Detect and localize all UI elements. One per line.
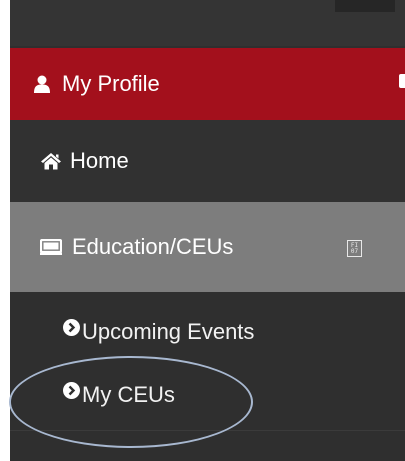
sidebar-item-label: Home <box>70 148 129 173</box>
top-notch <box>335 0 395 12</box>
sidebar-item-label: My Profile <box>62 71 160 96</box>
monitor-icon <box>40 239 62 255</box>
sidebar-item-label: Education/CEUs <box>72 234 234 259</box>
badge-line: 07 <box>350 247 359 255</box>
chevron-circle-right-icon <box>63 318 80 336</box>
sidebar-top-strip <box>10 0 405 46</box>
collapse-badge-icon[interactable]: FI 07 <box>347 240 362 257</box>
submenu-item-upcoming-events[interactable]: Upcoming Events <box>10 303 405 361</box>
sidebar-item-my-profile[interactable]: My Profile <box>10 48 405 120</box>
chevron-circle-right-icon <box>63 381 80 399</box>
divider <box>10 430 405 431</box>
home-icon <box>40 152 62 170</box>
submenu-item-label: My CEUs <box>82 382 175 407</box>
user-icon <box>34 75 50 93</box>
sidebar-item-home[interactable]: Home <box>10 120 405 202</box>
sidebar-item-education-ceus[interactable]: Education/CEUs <box>10 202 405 292</box>
submenu-item-label: Upcoming Events <box>82 319 255 344</box>
active-indicator <box>399 74 405 88</box>
submenu-item-my-ceus[interactable]: My CEUs <box>10 366 405 424</box>
sidebar-nav: My Profile Home Education/CEUs Upcoming … <box>10 0 405 461</box>
